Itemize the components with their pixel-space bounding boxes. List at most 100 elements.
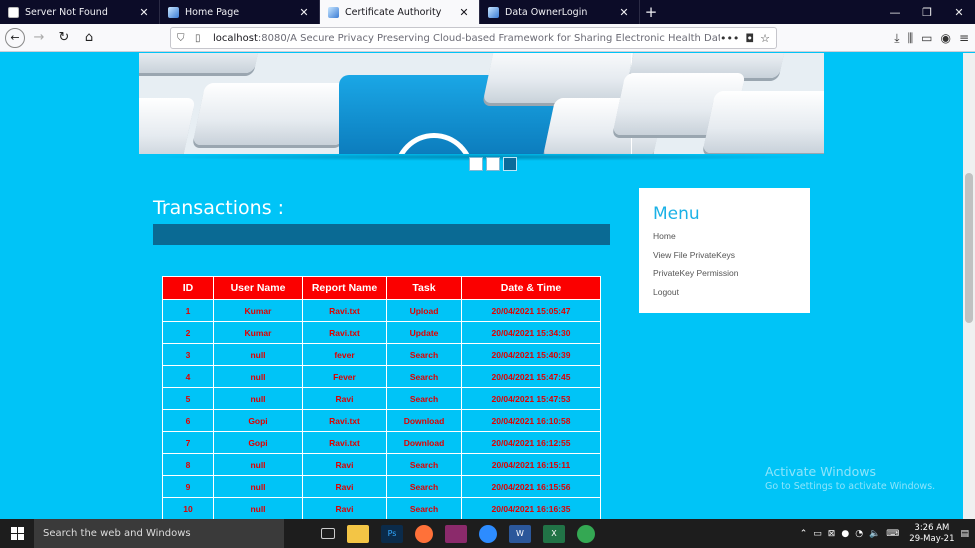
tab-server-not-found[interactable]: Server Not Found ✕	[0, 0, 160, 24]
cell-user-name: null	[213, 343, 303, 366]
notifications-icon[interactable]: ▤	[960, 529, 969, 539]
watermark-title: Activate Windows	[765, 464, 876, 479]
menu-panel: Menu Home View File PrivateKeys PrivateK…	[639, 188, 810, 313]
file-explorer-icon[interactable]	[347, 524, 369, 543]
cell-date-time: 20/04/2021 16:16:35	[461, 497, 601, 519]
network-icon[interactable]: ⊠	[828, 529, 836, 539]
minimize-icon[interactable]: —	[879, 0, 911, 24]
winrar-icon[interactable]	[445, 524, 467, 543]
menu-item-view-file-privatekeys[interactable]: View File PrivateKeys	[653, 250, 735, 260]
close-icon[interactable]: ✕	[617, 6, 631, 19]
table-row: 8 null Ravi Search 20/04/2021 16:15:11	[162, 453, 601, 476]
slider-dot-2[interactable]	[486, 157, 500, 171]
page-content: Transactions : ID User Name Report Name …	[0, 53, 975, 519]
taskbar-search[interactable]: Search the web and Windows	[34, 519, 284, 548]
scrollbar-thumb[interactable]	[965, 173, 973, 323]
norton-icon[interactable]: ●	[841, 529, 849, 539]
chevron-up-icon[interactable]: ⌃	[800, 529, 808, 539]
cell-date-time: 20/04/2021 16:12:55	[461, 431, 601, 454]
word-icon[interactable]: W	[509, 524, 531, 543]
cell-date-time: 20/04/2021 15:47:53	[461, 387, 601, 410]
library-icon[interactable]: ⫼	[908, 31, 914, 46]
cell-id: 4	[162, 365, 214, 388]
pocket-icon[interactable]: ◘	[745, 32, 754, 45]
menu-item-logout[interactable]: Logout	[653, 287, 679, 297]
cell-date-time: 20/04/2021 16:15:11	[461, 453, 601, 476]
watermark-subtitle: Go to Settings to activate Windows.	[765, 481, 936, 492]
battery-icon[interactable]: ▭	[813, 529, 822, 539]
tab-label: Home Page	[185, 6, 240, 18]
download-icon[interactable]: ⤓	[894, 31, 899, 46]
cell-task: Search	[386, 365, 462, 388]
tab-certificate-authority[interactable]: Certificate Authority ✕	[320, 0, 480, 24]
close-window-icon[interactable]: ✕	[943, 0, 975, 24]
menu-item-privatekey-permission[interactable]: PrivateKey Permission	[653, 268, 739, 278]
cell-report-name: Ravi	[302, 453, 387, 476]
cell-user-name: null	[213, 365, 303, 388]
cell-report-name: fever	[302, 343, 387, 366]
cell-user-name: null	[213, 453, 303, 476]
taskbar-apps: Ps W X	[321, 524, 595, 543]
cell-report-name: Ravi	[302, 387, 387, 410]
excel-icon[interactable]: X	[543, 524, 565, 543]
more-actions-icon[interactable]: •••	[720, 32, 739, 45]
tab-data-owner-login[interactable]: Data OwnerLogin ✕	[480, 0, 640, 24]
sync-icon[interactable]: ◔	[855, 529, 863, 539]
home-icon[interactable]: ⌂	[78, 27, 100, 49]
cell-id: 5	[162, 387, 214, 410]
address-bar[interactable]: ⛉ ▯ localhost:8080/A Secure Privacy Pres…	[170, 27, 777, 49]
account-icon[interactable]: ◉	[940, 31, 950, 45]
table-row: 9 null Ravi Search 20/04/2021 16:15:56	[162, 475, 601, 498]
header-user-name: User Name	[213, 276, 303, 300]
slider-dot-1[interactable]	[469, 157, 483, 171]
banner-image	[139, 53, 824, 154]
header-report-name: Report Name	[302, 276, 387, 300]
cell-user-name: Gopi	[213, 431, 303, 454]
cell-id: 1	[162, 299, 214, 322]
clock-date: 29-May-21	[909, 533, 955, 544]
tab-home-page[interactable]: Home Page ✕	[160, 0, 320, 24]
url-host: localhost	[213, 32, 258, 44]
volume-icon[interactable]: 🔈	[869, 529, 880, 539]
start-button[interactable]	[0, 519, 34, 548]
photoshop-icon[interactable]: Ps	[381, 524, 403, 543]
slider-dot-3[interactable]	[503, 157, 517, 171]
cell-id: 7	[162, 431, 214, 454]
chrome-icon[interactable]	[577, 524, 595, 543]
clock[interactable]: 3:26 AM 29-May-21	[909, 523, 954, 545]
zoom-icon[interactable]	[479, 524, 497, 543]
cell-id: 9	[162, 475, 214, 498]
close-icon[interactable]: ✕	[457, 6, 471, 19]
restore-icon[interactable]: ❐	[911, 0, 943, 24]
cell-report-name: Ravi.txt	[302, 431, 387, 454]
forward-icon[interactable]: →	[28, 27, 50, 49]
cell-report-name: Ravi	[302, 475, 387, 498]
keyboard-icon[interactable]: ⌨	[886, 529, 899, 539]
tab-label: Data OwnerLogin	[505, 6, 588, 18]
cell-task: Download	[386, 409, 462, 432]
menu-hamburger-icon[interactable]: ≡	[959, 31, 969, 45]
cell-id: 8	[162, 453, 214, 476]
table-row: 5 null Ravi Search 20/04/2021 15:47:53	[162, 387, 601, 410]
cell-user-name: null	[213, 497, 303, 519]
close-icon[interactable]: ✕	[137, 6, 151, 19]
bookmark-star-icon[interactable]: ☆	[760, 32, 770, 45]
back-icon[interactable]: ←	[5, 27, 25, 48]
slider-dots	[469, 157, 517, 171]
browser-tab-bar: Server Not Found ✕ Home Page ✕ Certifica…	[0, 0, 975, 24]
new-tab-button[interactable]: +	[640, 0, 662, 24]
cell-task: Search	[386, 475, 462, 498]
cell-task: Update	[386, 321, 462, 344]
page-info-icon[interactable]: ▯	[195, 33, 207, 44]
vertical-scrollbar[interactable]	[963, 53, 975, 519]
sidebar-icon[interactable]: ▭	[921, 31, 932, 45]
close-icon[interactable]: ✕	[297, 6, 311, 19]
cell-date-time: 20/04/2021 16:10:58	[461, 409, 601, 432]
task-view-icon[interactable]	[321, 528, 335, 539]
url-text: localhost:8080/A Secure Privacy Preservi…	[213, 33, 720, 44]
menu-item-home[interactable]: Home	[653, 231, 676, 241]
cell-user-name: Kumar	[213, 321, 303, 344]
reload-icon[interactable]: ↻	[53, 27, 75, 49]
firefox-icon[interactable]	[415, 524, 433, 543]
cell-id: 10	[162, 497, 214, 519]
